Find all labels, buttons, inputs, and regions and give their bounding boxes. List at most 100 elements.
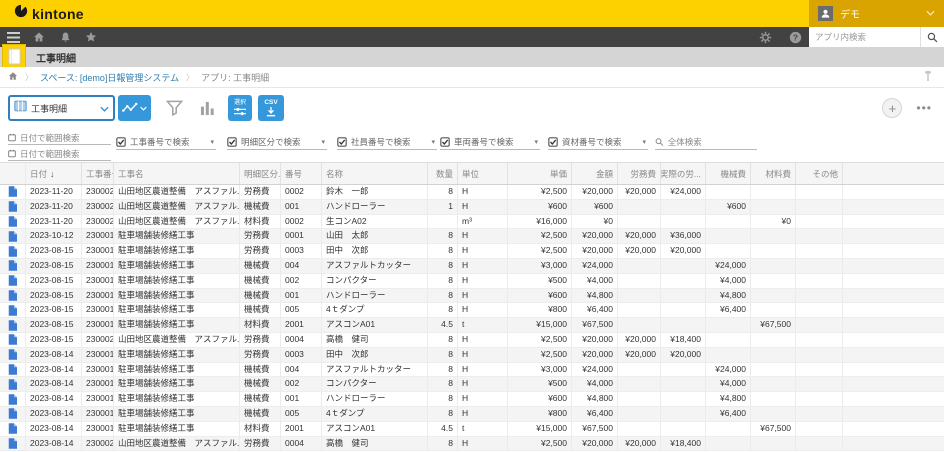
user-name: デモ	[840, 6, 919, 21]
sort-descending-icon: ↓	[50, 169, 55, 179]
column-header[interactable]: 番号	[281, 163, 322, 184]
column-header[interactable]: 材料費	[751, 163, 796, 184]
record-open-link[interactable]	[0, 303, 26, 317]
column-header[interactable]: 名称	[322, 163, 428, 184]
table-cell	[751, 259, 796, 273]
record-open-link[interactable]	[0, 244, 26, 258]
column-header[interactable]: 実際の労...	[661, 163, 706, 184]
record-open-link[interactable]	[0, 422, 26, 436]
record-open-link[interactable]	[0, 407, 26, 421]
settings-gear-icon[interactable]	[752, 27, 778, 47]
graph-chevron-down-icon	[140, 106, 147, 111]
date-range-to-input[interactable]	[20, 149, 111, 159]
table-row[interactable]: 2023-08-15230002山田地区農道整備 アスファル...労務費0004…	[0, 333, 944, 348]
table-cell	[796, 377, 843, 391]
record-open-link[interactable]	[0, 274, 26, 288]
app-search-input[interactable]	[809, 27, 920, 47]
user-menu[interactable]: デモ	[809, 0, 944, 27]
record-open-link[interactable]	[0, 259, 26, 273]
record-open-link[interactable]	[0, 333, 26, 347]
table-cell	[661, 274, 706, 288]
table-cell: ¥600	[508, 392, 572, 406]
favorites-star-icon[interactable]	[78, 27, 104, 47]
notifications-bell-icon[interactable]	[52, 27, 78, 47]
record-open-link[interactable]	[0, 348, 26, 362]
table-row[interactable]: 2023-08-14230002山田地区農道整備 アスファル...労務費0004…	[0, 437, 944, 452]
record-open-link[interactable]	[0, 318, 26, 332]
global-search-input[interactable]	[668, 137, 757, 147]
help-icon[interactable]: ?	[782, 27, 808, 47]
table-row[interactable]: 2023-08-15230001駐車場舗装修繕工事機械費0054ｔダンプ8H¥8…	[0, 303, 944, 318]
table-cell: ¥20,000	[572, 185, 618, 199]
breadcrumb-space-link[interactable]: スペース: [demo]日報管理システム	[40, 71, 179, 84]
record-open-link[interactable]	[0, 215, 26, 229]
date-range-from-input[interactable]	[20, 133, 111, 143]
bar-chart-icon[interactable]	[195, 101, 219, 116]
column-header[interactable]: 工事番号...	[82, 163, 114, 184]
table-row[interactable]: 2023-11-20230002山田地区農道整備 アスファル...労務費0002…	[0, 185, 944, 200]
record-open-link[interactable]	[0, 377, 26, 391]
date-range-filter-to[interactable]	[8, 147, 111, 161]
record-open-link[interactable]	[0, 363, 26, 377]
user-avatar-icon	[818, 6, 833, 21]
table-row[interactable]: 2023-08-15230001駐車場舗装修繕工事労務費0003田中 次郎8H¥…	[0, 244, 944, 259]
table-row[interactable]: 2023-08-15230001駐車場舗装修繕工事材料費2001アスコンA014…	[0, 318, 944, 333]
filter-dropdown[interactable]: 資材番号で検索▾	[548, 134, 648, 150]
table-cell: 機械費	[240, 303, 281, 317]
table-row[interactable]: 2023-08-14230001駐車場舗装修繕工事機械費002コンパクター8H¥…	[0, 377, 944, 392]
table-cell: ¥500	[508, 274, 572, 288]
column-header[interactable]: 工事名	[114, 163, 240, 184]
table-row[interactable]: 2023-08-14230001駐車場舗装修繕工事機械費004アスファルトカッタ…	[0, 363, 944, 378]
table-row[interactable]: 2023-08-14230001駐車場舗装修繕工事材料費2001アスコンA014…	[0, 422, 944, 437]
table-row[interactable]: 2023-11-20230002山田地区農道整備 アスファル...機械費001ハ…	[0, 200, 944, 215]
kintone-logo[interactable]: kintone	[14, 4, 84, 23]
record-open-link[interactable]	[0, 185, 26, 199]
date-range-filter-from[interactable]	[8, 131, 111, 145]
app-search-button[interactable]	[920, 27, 944, 47]
table-row[interactable]: 2023-10-12230001駐車場舗装修繕工事労務費0001山田 太郎8H¥…	[0, 229, 944, 244]
record-open-link[interactable]	[0, 200, 26, 214]
add-record-button[interactable]: +	[882, 98, 902, 118]
csv-download-button[interactable]: CSV	[258, 95, 284, 121]
table-cell: 4.5	[428, 318, 458, 332]
table-row[interactable]: 2023-08-15230001駐車場舗装修繕工事機械費004アスファルトカッタ…	[0, 259, 944, 274]
table-cell	[706, 333, 751, 347]
select-button[interactable]: 選択	[228, 95, 252, 121]
table-cell: ¥4,000	[572, 377, 618, 391]
filter-funnel-icon[interactable]	[162, 100, 186, 116]
filter-dropdown[interactable]: 社員番号で検索▾	[337, 134, 437, 150]
column-header[interactable]: 数量	[428, 163, 458, 184]
column-header[interactable]: 機械費	[706, 163, 751, 184]
column-header[interactable]: 単位	[458, 163, 508, 184]
column-header[interactable]: 金額	[572, 163, 618, 184]
filter-dropdown[interactable]: 車両番号で検索▾	[440, 134, 540, 150]
home-icon[interactable]	[26, 27, 52, 47]
filter-dropdown[interactable]: 明細区分で検索▾	[227, 134, 327, 150]
global-search-field[interactable]	[655, 134, 757, 150]
table-row[interactable]: 2023-08-14230001駐車場舗装修繕工事労務費0003田中 次郎8H¥…	[0, 348, 944, 363]
view-selector-dropdown[interactable]: 工事明細	[8, 95, 115, 121]
table-row[interactable]: 2023-08-15230001駐車場舗装修繕工事機械費001ハンドローラー8H…	[0, 289, 944, 304]
table-row[interactable]: 2023-08-14230001駐車場舗装修繕工事機械費0054ｔダンプ8H¥8…	[0, 407, 944, 422]
column-header[interactable]: 日付↓	[26, 163, 82, 184]
filter-dropdown[interactable]: 工事番号で検索▾	[116, 134, 216, 150]
column-header[interactable]: 明細区分...	[240, 163, 281, 184]
breadcrumb-home-icon[interactable]	[8, 71, 18, 83]
pin-icon[interactable]	[924, 71, 932, 84]
column-header[interactable]: 労務費	[618, 163, 661, 184]
record-open-link[interactable]	[0, 229, 26, 243]
record-open-link[interactable]	[0, 392, 26, 406]
record-open-link[interactable]	[0, 437, 26, 451]
column-header[interactable]: 単価	[508, 163, 572, 184]
table-cell: 230001	[82, 274, 114, 288]
table-cell: 230002	[82, 215, 114, 229]
graph-button[interactable]	[118, 95, 151, 121]
more-options-button[interactable]: •••	[916, 101, 932, 115]
table-cell: ¥20,000	[661, 244, 706, 258]
column-header[interactable]: その他	[796, 163, 843, 184]
table-row[interactable]: 2023-11-20230002山田地区農道整備 アスファル...材料費0002…	[0, 215, 944, 230]
table-cell: 8	[428, 274, 458, 288]
table-row[interactable]: 2023-08-14230001駐車場舗装修繕工事機械費001ハンドローラー8H…	[0, 392, 944, 407]
table-row[interactable]: 2023-08-15230001駐車場舗装修繕工事機械費002コンパクター8H¥…	[0, 274, 944, 289]
record-open-link[interactable]	[0, 289, 26, 303]
